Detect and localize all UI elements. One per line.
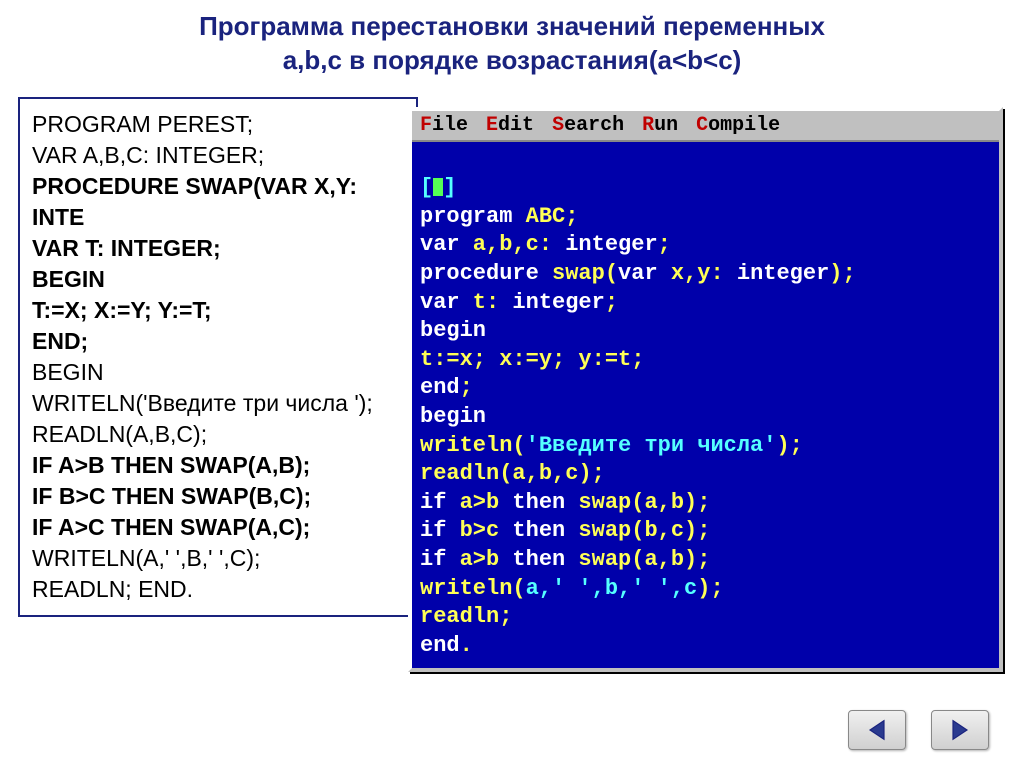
code-line: BEGIN bbox=[32, 264, 404, 295]
args: a,b,c bbox=[512, 461, 578, 486]
args: a,' ',b,' ',c bbox=[526, 576, 698, 601]
ident: t bbox=[460, 290, 486, 315]
punct: ; bbox=[658, 232, 671, 257]
menu-file[interactable]: File bbox=[420, 114, 468, 137]
kw: if bbox=[420, 547, 446, 572]
prev-slide-button[interactable] bbox=[848, 710, 906, 750]
code-line: READLN; END. bbox=[32, 574, 404, 605]
kw: then bbox=[512, 547, 565, 572]
kw: program bbox=[420, 204, 512, 229]
punct: ; bbox=[499, 604, 512, 629]
ident: swap bbox=[565, 490, 631, 515]
punct: ; bbox=[565, 204, 578, 229]
code-line: WRITELN('Введите три числа '); bbox=[32, 388, 404, 419]
code-line: VAR T: INTEGER; bbox=[32, 233, 404, 264]
punct: ( bbox=[512, 433, 525, 458]
punct: . bbox=[460, 633, 473, 658]
punct: ; bbox=[460, 375, 473, 400]
ident: x,y bbox=[658, 261, 711, 286]
title-line1: Программа перестановки значений переменн… bbox=[199, 11, 825, 41]
title-line2: a,b,c в порядке возрастания(a<b<c) bbox=[283, 45, 742, 75]
punct: ); bbox=[697, 576, 723, 601]
kw: integer bbox=[737, 261, 829, 286]
punct: : bbox=[710, 261, 736, 286]
menu-compile[interactable]: Compile bbox=[696, 114, 780, 137]
ident: swap bbox=[565, 518, 631, 543]
kw: end bbox=[420, 375, 460, 400]
cursor-icon bbox=[433, 178, 443, 196]
code-line: VAR A,B,C: INTEGER; bbox=[32, 140, 404, 171]
punct: (b,c); bbox=[631, 518, 710, 543]
kw: integer bbox=[565, 232, 657, 257]
code-line: IF A>C THEN SWAP(A,C); bbox=[32, 512, 404, 543]
kw: var bbox=[618, 261, 658, 286]
ident: readln bbox=[420, 604, 499, 629]
kw: integer bbox=[512, 290, 604, 315]
ident: writeln bbox=[420, 576, 512, 601]
ide-window: File Edit Search Run Compile [] program … bbox=[408, 107, 1003, 673]
kw: begin bbox=[420, 404, 486, 429]
menu-edit[interactable]: Edit bbox=[486, 114, 534, 137]
punct: : bbox=[539, 232, 565, 257]
punct: ); bbox=[776, 433, 802, 458]
code-line: IF B>C THEN SWAP(B,C); bbox=[32, 481, 404, 512]
code-line: T:=X; X:=Y; Y:=T; bbox=[32, 295, 404, 326]
triangle-right-icon bbox=[946, 716, 974, 744]
bracket: [ bbox=[420, 175, 433, 200]
code-line: BEGIN bbox=[32, 357, 404, 388]
pascal-code-listing: PROGRAM PEREST; VAR A,B,C: INTEGER; PROC… bbox=[18, 97, 418, 618]
punct: : bbox=[486, 290, 512, 315]
ide-editor[interactable]: [] program ABC; var a,b,c: integer; proc… bbox=[412, 142, 999, 669]
kw: if bbox=[420, 490, 446, 515]
kw: var bbox=[420, 232, 460, 257]
punct: ( bbox=[605, 261, 618, 286]
menu-search[interactable]: Search bbox=[552, 114, 624, 137]
punct: (a,b); bbox=[631, 547, 710, 572]
ident: readln bbox=[420, 461, 499, 486]
punct: (a,b); bbox=[631, 490, 710, 515]
menu-run[interactable]: Run bbox=[642, 114, 678, 137]
code-line: t:=x; x:=y; y:=t; bbox=[420, 347, 644, 372]
kw: then bbox=[512, 518, 565, 543]
kw: end bbox=[420, 633, 460, 658]
punct: ); bbox=[578, 461, 604, 486]
code-line: END; bbox=[32, 326, 404, 357]
slide-title: Программа перестановки значений переменн… bbox=[0, 0, 1024, 82]
kw: if bbox=[420, 518, 446, 543]
expr: a>b bbox=[446, 490, 512, 515]
expr: b>c bbox=[446, 518, 512, 543]
kw: begin bbox=[420, 318, 486, 343]
expr: a>b bbox=[446, 547, 512, 572]
ident: swap bbox=[565, 547, 631, 572]
kw: procedure bbox=[420, 261, 539, 286]
code-line: IF A>B THEN SWAP(A,B); bbox=[32, 450, 404, 481]
punct: ( bbox=[499, 461, 512, 486]
bracket: ] bbox=[443, 175, 456, 200]
ide-menu-bar: File Edit Search Run Compile bbox=[412, 111, 999, 142]
code-line: WRITELN(A,' ',B,' ',C); bbox=[32, 543, 404, 574]
next-slide-button[interactable] bbox=[931, 710, 989, 750]
string: 'Введите три числа' bbox=[526, 433, 777, 458]
kw: then bbox=[512, 490, 565, 515]
ident: writeln bbox=[420, 433, 512, 458]
kw: var bbox=[420, 290, 460, 315]
code-line: READLN(A,B,C); bbox=[32, 419, 404, 450]
ident: swap bbox=[539, 261, 605, 286]
punct: ; bbox=[605, 290, 618, 315]
punct: ); bbox=[829, 261, 855, 286]
punct: ( bbox=[512, 576, 525, 601]
code-line: PROCEDURE SWAP(VAR X,Y: INTE bbox=[32, 171, 404, 233]
ident: ABC bbox=[512, 204, 565, 229]
code-line: PROGRAM PEREST; bbox=[32, 109, 404, 140]
triangle-left-icon bbox=[863, 716, 891, 744]
ident: a,b,c bbox=[460, 232, 539, 257]
